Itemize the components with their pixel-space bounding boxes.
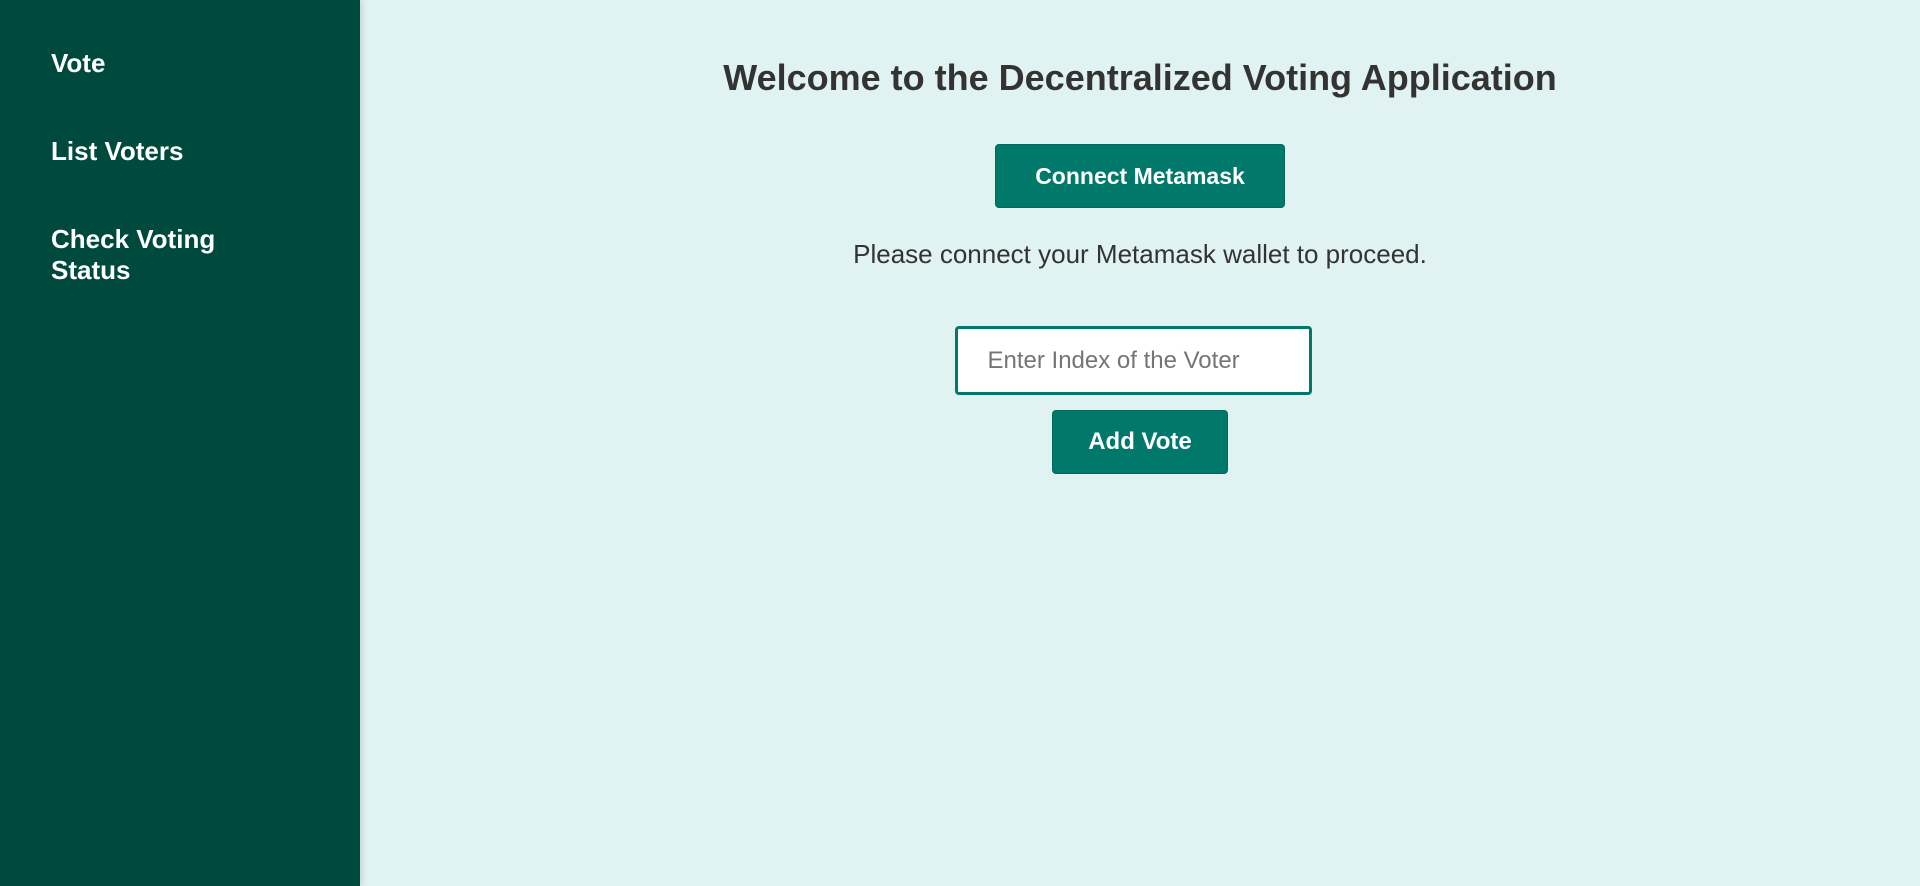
connect-metamask-button[interactable]: Connect Metamask <box>995 144 1285 208</box>
page-title: Welcome to the Decentralized Voting Appl… <box>723 57 1557 98</box>
connect-wallet-message: Please connect your Metamask wallet to p… <box>853 239 1427 269</box>
app-layout: Vote List Voters Check Voting Status Wel… <box>0 0 1920 886</box>
main-content: Welcome to the Decentralized Voting Appl… <box>360 0 1920 886</box>
add-vote-button[interactable]: Add Vote <box>1052 410 1228 474</box>
sidebar-item-vote[interactable]: Vote <box>51 48 281 79</box>
voter-index-input[interactable] <box>954 326 1312 395</box>
sidebar-item-check-voting-status[interactable]: Check Voting Status <box>51 224 281 286</box>
sidebar-item-list-voters[interactable]: List Voters <box>51 136 281 167</box>
sidebar: Vote List Voters Check Voting Status <box>0 0 360 886</box>
